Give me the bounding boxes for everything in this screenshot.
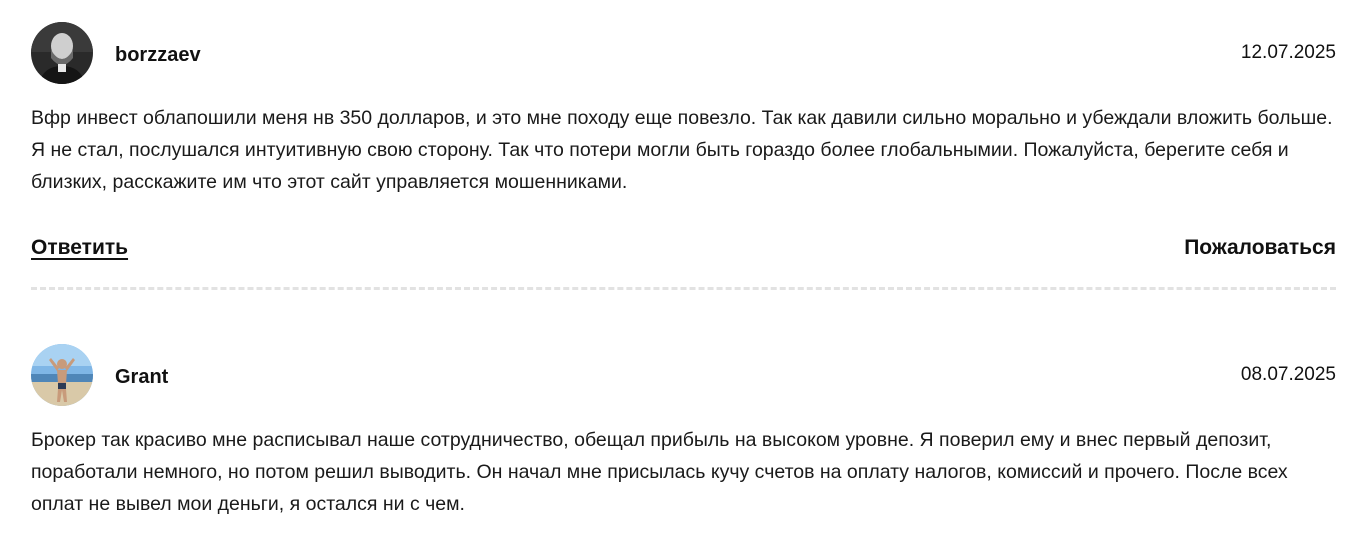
avatar [31, 344, 93, 406]
avatar [31, 22, 93, 84]
reply-link[interactable]: Ответить [31, 236, 128, 260]
comment-text: Брокер так красиво мне расписывал наше с… [31, 429, 1288, 515]
comment-text: Вфр инвест облапошили меня нв 350 доллар… [31, 107, 1333, 193]
comment-header: borzzaev 12.07.2025 [31, 22, 1336, 84]
comment-actions: Ответить Пожаловаться [31, 236, 1336, 266]
comment-item: borzzaev 12.07.2025 Вфр инвест облапошил… [31, 22, 1336, 266]
comment-divider [31, 287, 1336, 290]
comments-list: borzzaev 12.07.2025 Вфр инвест облапошил… [0, 0, 1366, 556]
comment-author: Grant [115, 366, 169, 388]
avatar-photo-icon [31, 22, 93, 84]
avatar-photo-icon [31, 344, 93, 406]
comment-date: 08.07.2025 [1240, 364, 1336, 385]
report-link[interactable]: Пожаловаться [1184, 236, 1336, 260]
comment-date: 12.07.2025 [1240, 42, 1336, 63]
comment-item: Grant 08.07.2025 Брокер так красиво мне … [31, 344, 1336, 520]
comment-header: Grant 08.07.2025 [31, 344, 1336, 406]
comment-author: borzzaev [115, 44, 201, 66]
